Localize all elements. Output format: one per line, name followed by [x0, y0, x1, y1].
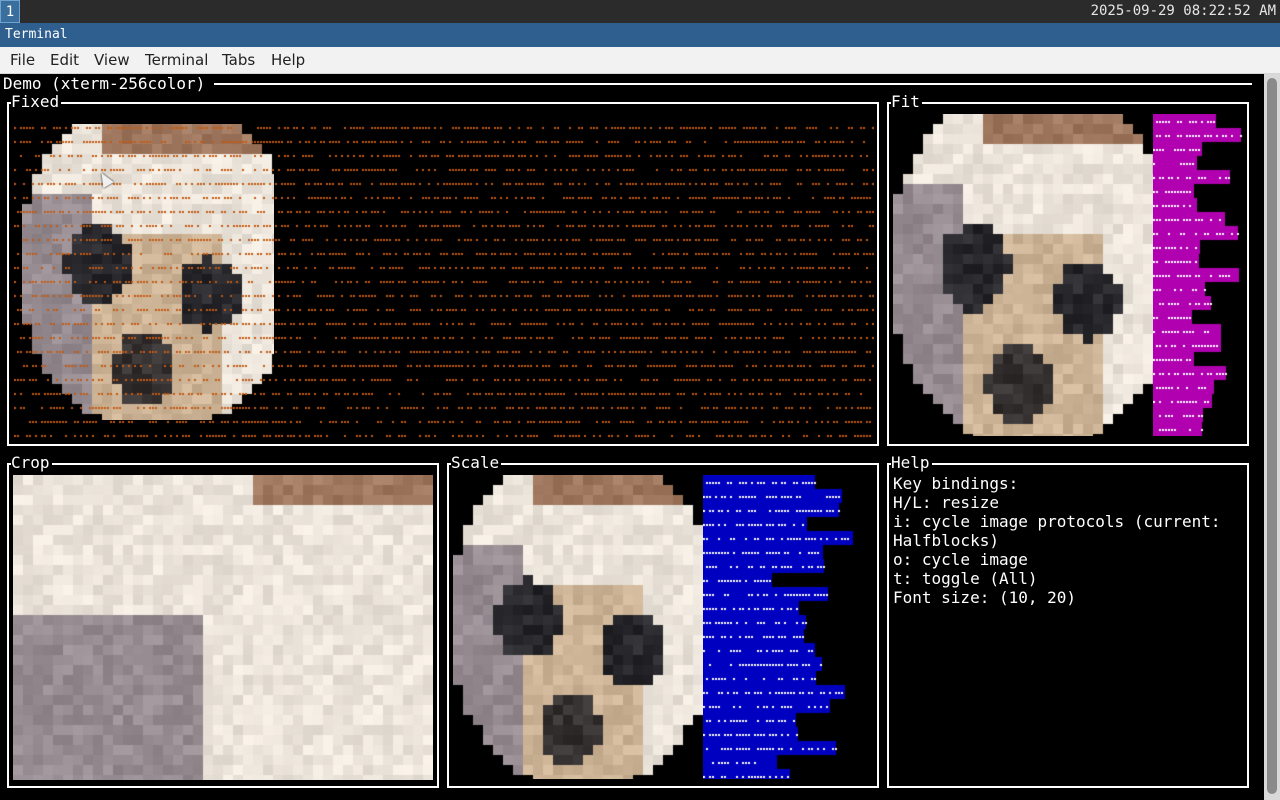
app-title: Demo (xterm-256color) — [3, 74, 210, 94]
menu-edit[interactable]: Edit — [44, 47, 85, 74]
title-rule — [214, 83, 1252, 85]
fit-dog-image — [893, 114, 1155, 436]
clock: 2025-09-29 08:22:52 AM — [1090, 3, 1276, 19]
panel-help-title: Help — [891, 453, 932, 472]
help-line: t: toggle (All) — [893, 569, 1038, 588]
scrollbar-thumb[interactable] — [1267, 78, 1277, 794]
fit-halfblock-noise — [1153, 114, 1245, 436]
panel-fit: Fit — [887, 93, 1249, 446]
scale-dog-image — [453, 475, 703, 779]
menu-view[interactable]: View — [88, 47, 136, 74]
scrollbar[interactable] — [1264, 74, 1280, 800]
help-line: H/L: resize — [893, 493, 999, 512]
help-line: o: cycle image — [893, 550, 1028, 569]
scale-halfblock-noise — [703, 475, 865, 779]
help-line: Halfblocks) — [893, 531, 999, 550]
menu-help[interactable]: Help — [265, 47, 311, 74]
taskbar: 1 2025-09-29 08:22:52 AM — [0, 0, 1280, 23]
panel-help: Help Key bindings: H/L: resize i: cycle … — [887, 454, 1249, 788]
crop-dog-image — [13, 475, 433, 780]
panel-fit-title: Fit — [891, 92, 922, 111]
help-line: i: cycle image protocols (current: — [893, 512, 1221, 531]
help-text: Key bindings: H/L: resize i: cycle image… — [893, 474, 1221, 607]
help-line: Key bindings: — [893, 474, 1019, 493]
window-title: Terminal — [0, 23, 1280, 47]
help-line: Font size: (10, 20) — [893, 588, 1077, 607]
panel-crop-title: Crop — [11, 453, 52, 472]
menu-tabs[interactable]: Tabs — [216, 47, 261, 74]
panel-crop: Crop — [7, 454, 439, 788]
panel-fixed: Fixed — [7, 93, 879, 446]
panel-scale: Scale — [447, 454, 879, 788]
menu-terminal[interactable]: Terminal — [139, 47, 214, 74]
menu-bar: File Edit View Terminal Tabs Help — [0, 47, 1280, 74]
terminal-area[interactable]: Demo (xterm-256color) Fixed Fit Crop Sca… — [0, 74, 1264, 800]
workspace-indicator[interactable]: 1 — [0, 0, 20, 23]
panel-fixed-title: Fixed — [11, 92, 62, 111]
panel-scale-title: Scale — [451, 453, 502, 472]
menu-file[interactable]: File — [4, 47, 41, 74]
fixed-halfblock-noise — [14, 120, 874, 438]
